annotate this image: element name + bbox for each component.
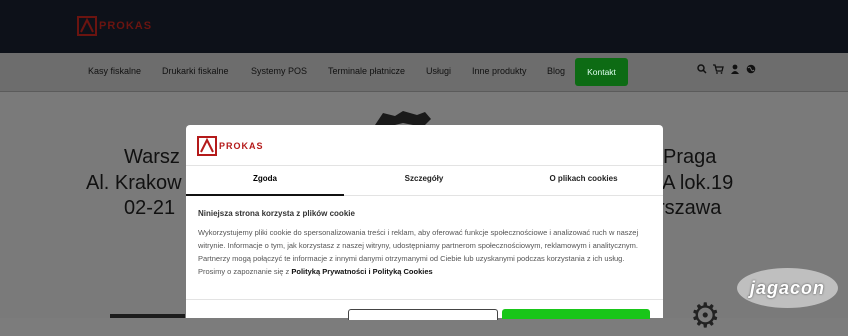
brand-name: PROKAS [99,20,153,32]
cart-icon[interactable] [713,64,724,74]
background-block [110,314,185,318]
globe-icon[interactable] [746,64,756,74]
dialog-content: Niniejsza strona korzysta z plików cooki… [198,209,650,278]
contact-button[interactable]: Kontakt [575,58,628,86]
tab-szczegoly[interactable]: Szczegóły [344,174,504,183]
prokas-logo-icon [197,136,217,156]
brand-name: PROKAS [219,141,264,151]
divider [186,299,663,300]
header-logo[interactable]: PROKAS [77,16,152,36]
watermark: jagacon [737,268,838,308]
bg-text-line: Al. Krakow [86,172,182,194]
header-icons [697,64,756,74]
dialog-heading: Niniejsza strona korzysta z plików cooki… [198,209,355,218]
nav-item-inne[interactable]: Inne produkty [472,66,527,76]
nav-item-drukarki[interactable]: Drukarki fiskalne [162,66,229,76]
bg-text-line: rszawa [658,197,722,219]
nav-item-uslugi[interactable]: Usługi [426,66,451,76]
active-tab-indicator [186,194,344,196]
tab-o-cookies[interactable]: O plikach cookies [504,174,663,183]
nav-item-kasy[interactable]: Kasy fiskalne [88,66,141,76]
dialog-logo: PROKAS [197,136,264,156]
divider [186,165,663,166]
bg-text-line: Praga [663,146,717,168]
gear-icon: ⚙ [690,297,721,335]
dialog-body: Wykorzystujemy pliki cookie do spersonal… [198,226,650,278]
tab-zgoda[interactable]: Zgoda [186,174,344,183]
cookie-consent-dialog: PROKAS Zgoda Szczegóły O plikach cookies… [186,125,663,320]
nav-item-blog[interactable]: Blog [547,66,565,76]
bg-text-line: 3A lok.19 [651,172,734,194]
site-header: PROKAS [0,0,848,53]
bg-text-line: Warsz [124,146,180,168]
customize-button[interactable] [348,309,498,320]
policy-link[interactable]: Polityką Prywatności i Polityką Cookies [291,267,432,276]
prokas-logo-icon [77,16,97,36]
nav-item-terminale[interactable]: Terminale płatnicze [328,66,405,76]
search-icon[interactable] [697,64,707,74]
bg-text-line: 02-21 [124,197,176,219]
nav-item-pos[interactable]: Systemy POS [251,66,307,76]
user-icon[interactable] [730,64,740,74]
